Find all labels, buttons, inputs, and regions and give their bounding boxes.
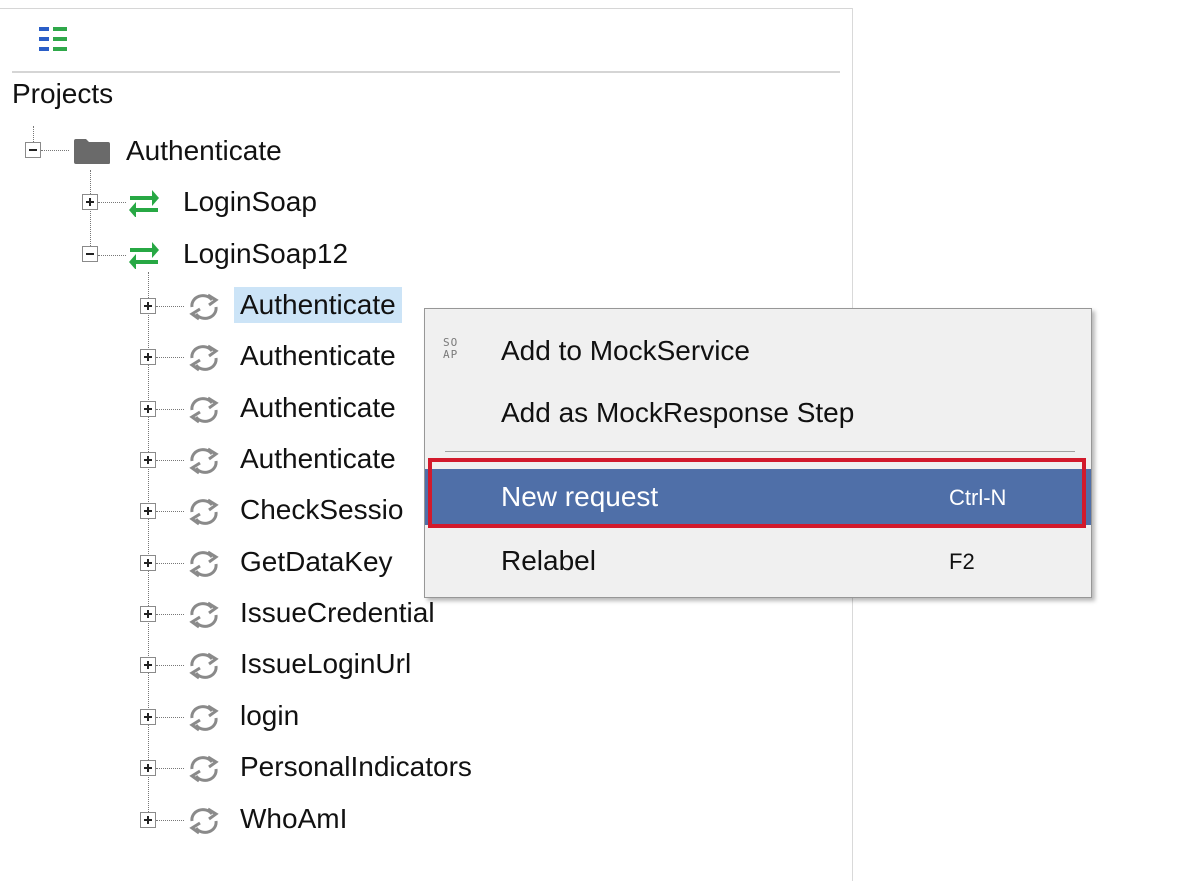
tree-node-operation[interactable]: IssueCredential xyxy=(0,594,500,634)
tree-node-interface-loginsoap[interactable]: LoginSoap xyxy=(0,183,420,223)
tree-node-label: WhoAmI xyxy=(240,803,348,834)
interface-arrows-icon xyxy=(128,187,160,222)
operation-cycle-icon xyxy=(186,292,222,327)
tree-node-label: GetDataKey xyxy=(240,546,393,577)
context-menu: SO AP Add to MockService Add as MockResp… xyxy=(424,308,1092,598)
soap-icon-line: AP xyxy=(443,348,459,361)
tree-node-label: LoginSoap xyxy=(183,186,317,217)
collapse-toggle-icon[interactable] xyxy=(82,246,98,262)
soap-icon: SO AP xyxy=(443,337,465,365)
expand-toggle-icon[interactable] xyxy=(140,709,156,725)
tree-node-operation[interactable]: GetDataKey xyxy=(0,543,460,583)
menu-item-label: Relabel xyxy=(501,545,596,576)
tree-node-operation[interactable]: CheckSessio xyxy=(0,491,460,531)
tree-node-operation[interactable]: WhoAmI xyxy=(0,800,460,840)
expand-toggle-icon[interactable] xyxy=(140,452,156,468)
tree-node-interface-loginsoap12[interactable]: LoginSoap12 xyxy=(0,235,420,275)
menu-item-label: Add to MockService xyxy=(501,335,750,366)
tree-node-label: Authenticate xyxy=(240,392,396,423)
operation-cycle-icon xyxy=(186,446,222,481)
menu-item-add-as-mockresponse-step[interactable]: Add as MockResponse Step xyxy=(425,385,1091,441)
expand-toggle-icon[interactable] xyxy=(140,812,156,828)
tree-node-operation[interactable]: Authenticate xyxy=(0,389,460,429)
tree-node-label: IssueLoginUrl xyxy=(240,648,412,679)
operation-cycle-icon xyxy=(186,549,222,584)
interface-arrows-icon xyxy=(128,239,160,274)
expand-toggle-icon[interactable] xyxy=(140,555,156,571)
expand-toggle-icon[interactable] xyxy=(140,657,156,673)
expand-toggle-icon[interactable] xyxy=(140,606,156,622)
tree-node-label: Authenticate xyxy=(240,340,396,371)
operation-cycle-icon xyxy=(186,703,222,738)
operation-cycle-icon xyxy=(186,651,222,686)
tree-node-label: LoginSoap12 xyxy=(183,238,349,269)
collapse-toggle-icon[interactable] xyxy=(25,142,41,158)
expand-toggle-icon[interactable] xyxy=(140,503,156,519)
expand-toggle-icon[interactable] xyxy=(140,349,156,365)
projects-root-label[interactable]: Projects xyxy=(12,78,113,110)
tree-node-operation[interactable]: Authenticate xyxy=(0,337,460,377)
operation-cycle-icon xyxy=(186,600,222,635)
tree-view-icon[interactable] xyxy=(37,20,85,60)
tree-node-label: Authenticate xyxy=(240,443,396,474)
menu-item-new-request[interactable]: New request Ctrl-N xyxy=(425,469,1091,525)
tree-node-label: Authenticate xyxy=(126,135,282,166)
expand-toggle-icon[interactable] xyxy=(82,194,98,210)
menu-item-label: New request xyxy=(501,481,659,512)
menu-item-label: Add as MockResponse Step xyxy=(501,397,855,428)
tree-node-label: Authenticate xyxy=(234,287,402,323)
expand-toggle-icon[interactable] xyxy=(140,760,156,776)
menu-item-shortcut: Ctrl-N xyxy=(949,485,1007,510)
menu-item-shortcut: F2 xyxy=(949,549,975,574)
tree-node-label: IssueCredential xyxy=(240,597,435,628)
tree-node-operation[interactable]: Authenticate xyxy=(0,286,460,326)
tree-node-operation[interactable]: login xyxy=(0,697,500,737)
tree-node-label: CheckSessio xyxy=(240,494,404,525)
tree-node-operation[interactable]: PersonalIndicators xyxy=(0,748,540,788)
tree-node-operation[interactable]: Authenticate xyxy=(0,440,460,480)
operation-cycle-icon xyxy=(186,343,222,378)
tree-node-operation[interactable]: IssueLoginUrl xyxy=(0,645,500,685)
expand-toggle-icon[interactable] xyxy=(140,298,156,314)
menu-item-relabel[interactable]: Relabel F2 xyxy=(425,533,1091,589)
operation-cycle-icon xyxy=(186,395,222,430)
menu-item-add-to-mockservice[interactable]: SO AP Add to MockService xyxy=(425,323,1091,379)
folder-icon xyxy=(73,137,111,170)
operation-cycle-icon xyxy=(186,497,222,532)
operation-cycle-icon xyxy=(186,754,222,789)
tree-node-label: PersonalIndicators xyxy=(240,751,472,782)
operation-cycle-icon xyxy=(186,806,222,841)
navigator-toolbar xyxy=(12,8,840,73)
tree-node-label: login xyxy=(240,700,300,731)
menu-separator xyxy=(445,451,1075,452)
tree-node-project[interactable]: Authenticate xyxy=(0,132,360,172)
expand-toggle-icon[interactable] xyxy=(140,401,156,417)
